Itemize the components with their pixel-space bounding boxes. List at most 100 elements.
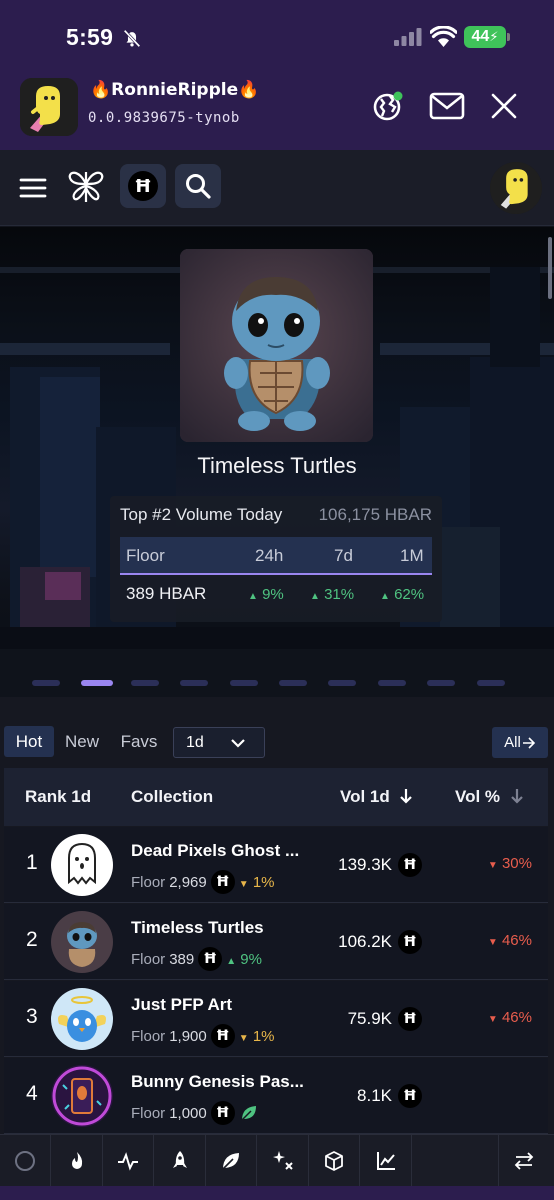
- hero-collection-name[interactable]: Timeless Turtles: [0, 453, 554, 479]
- hbar-coin-icon: Ħ: [198, 947, 223, 971]
- profile-avatar[interactable]: [490, 162, 542, 214]
- hero-change-24h: ▲ 9%: [248, 586, 284, 603]
- battery-tip: [507, 33, 510, 41]
- hbar-coin-icon: Ħ: [210, 1101, 235, 1125]
- hero-volume: 106,175 HBAR: [318, 505, 432, 524]
- nav-swap[interactable]: [498, 1135, 549, 1187]
- nav-discover[interactable]: [258, 1135, 309, 1187]
- header-vol[interactable]: Vol 1d: [340, 787, 414, 807]
- table-row[interactable]: 2 Timeless Turtles Floor 389 Ħ ▲ 9% 106.…: [4, 904, 548, 980]
- featured-collection-hero[interactable]: Timeless Turtles Top #2 Volume Today 106…: [0, 227, 554, 697]
- header-collection[interactable]: Collection: [131, 787, 213, 807]
- nav-home[interactable]: [0, 1135, 51, 1187]
- carousel-indicator: [30, 679, 524, 687]
- row-thumbnail: [51, 988, 113, 1050]
- sort-down-icon: [510, 789, 523, 804]
- row-floor-change: ▼ 1%: [238, 1027, 275, 1045]
- row-thumbnail: [51, 911, 113, 973]
- row-floor-label: Floor: [131, 873, 166, 891]
- row-volume: 8.1K Ħ: [357, 1084, 422, 1108]
- row-floor-change: ▼ 1%: [238, 873, 275, 891]
- all-button[interactable]: All: [492, 727, 548, 758]
- search-button[interactable]: [175, 164, 221, 208]
- globe-button[interactable]: [371, 89, 405, 123]
- row-floor: Floor 389 Ħ ▲ 9%: [131, 947, 262, 971]
- carousel-dot[interactable]: [32, 680, 60, 686]
- hero-stats-header: Floor 24h 7d 1M: [120, 537, 432, 575]
- rocket-icon: [173, 1151, 187, 1168]
- hero-rank-label: Top #2 Volume Today: [120, 505, 283, 524]
- wifi-icon: [430, 26, 457, 47]
- hbar-coin-icon: Ħ: [128, 171, 158, 201]
- row-rank: 3: [26, 1005, 38, 1028]
- hero-collection-image[interactable]: [180, 249, 373, 442]
- row-vol-pct: ▼ 46%: [487, 932, 532, 949]
- battery-level: 44: [471, 28, 490, 45]
- menu-button[interactable]: [18, 174, 48, 202]
- carousel-dot[interactable]: [328, 680, 357, 686]
- carousel-dot[interactable]: [130, 680, 159, 686]
- activity-icon: [118, 1152, 138, 1171]
- all-button-label: All: [504, 734, 521, 751]
- nav-hot[interactable]: [52, 1135, 103, 1187]
- hero-header-24h: 24h: [255, 546, 284, 565]
- bunny-card-icon: [52, 1066, 112, 1126]
- tab-favs[interactable]: Favs: [114, 726, 164, 757]
- app-logo[interactable]: [64, 164, 108, 208]
- header-rank[interactable]: Rank 1d: [25, 787, 91, 807]
- hero-header-floor: Floor: [126, 546, 165, 565]
- mail-button[interactable]: [428, 89, 466, 123]
- carousel-dot-active[interactable]: [81, 680, 114, 686]
- hbar-coin-icon: Ħ: [210, 1024, 235, 1048]
- row-rank: 4: [26, 1082, 38, 1105]
- angel-bird-icon: [58, 996, 106, 1042]
- tab-new[interactable]: New: [58, 726, 106, 757]
- search-icon: [186, 174, 211, 199]
- close-button[interactable]: [487, 89, 521, 123]
- hero-change-1m-value: 62%: [394, 586, 425, 603]
- wallet-name-text: RonnieRipple: [111, 80, 239, 100]
- hero-floor-value: 389 HBAR: [126, 584, 207, 603]
- swap-icon: [514, 1152, 534, 1170]
- table-row[interactable]: 4 Bunny Genesis Pas... Floor 1,000 Ħ 8.1…: [4, 1058, 548, 1134]
- row-floor-change: ▲ 9%: [226, 950, 262, 968]
- carousel-dot[interactable]: [427, 680, 456, 686]
- table-row[interactable]: 1 Dead Pixels Ghost ... Floor 2,969 Ħ ▼ …: [4, 827, 548, 903]
- tab-hot[interactable]: Hot: [4, 726, 54, 757]
- carousel-dot[interactable]: [279, 680, 307, 686]
- butterfly-logo-icon: [68, 171, 104, 202]
- nav-collections[interactable]: [309, 1135, 360, 1187]
- arrow-right-icon: [522, 736, 535, 749]
- nav-launch[interactable]: [155, 1135, 206, 1187]
- signal-icon: [394, 28, 422, 46]
- nav-stats[interactable]: [361, 1135, 412, 1187]
- hbar-coin-icon: Ħ: [210, 870, 235, 894]
- period-select[interactable]: 1d: [173, 727, 265, 758]
- row-floor-value: 1,900: [169, 1027, 207, 1045]
- carousel-dot[interactable]: [180, 680, 209, 686]
- app-toolbar: Ħ: [0, 150, 554, 226]
- carousel-dot[interactable]: [377, 680, 406, 686]
- row-floor-label: Floor: [131, 1027, 166, 1045]
- row-floor-change-value: 9%: [240, 950, 262, 968]
- carousel-dot[interactable]: [476, 680, 505, 686]
- hamburger-icon: [19, 178, 47, 198]
- chart-icon: [377, 1152, 395, 1170]
- wallet-avatar[interactable]: [20, 78, 78, 136]
- header-vol-pct-label: Vol %: [455, 787, 501, 806]
- fire-emoji-left: 🔥: [90, 80, 112, 100]
- header-vol-pct[interactable]: Vol %: [455, 787, 525, 807]
- nav-activity[interactable]: [103, 1135, 154, 1187]
- hero-change-24h-value: 9%: [262, 586, 284, 603]
- row-vol-pct: ▼ 30%: [487, 855, 532, 872]
- cube-icon: [325, 1151, 343, 1171]
- row-volume-value: 8.1K: [357, 1086, 392, 1105]
- table-row[interactable]: 3 Just PFP Art Floor 1,900 Ħ ▼ 1% 75.9K …: [4, 981, 548, 1057]
- circle-icon: [15, 1151, 35, 1171]
- carousel-dot[interactable]: [229, 680, 258, 686]
- close-icon: [491, 93, 517, 119]
- row-volume-value: 139.3K: [338, 855, 392, 874]
- network-button[interactable]: Ħ: [120, 164, 166, 208]
- nav-eco[interactable]: [206, 1135, 257, 1187]
- wallet-header: 5:59 44 ⚡ 🔥RonnieRipple🔥 0.0.9839675-tyno: [0, 0, 554, 150]
